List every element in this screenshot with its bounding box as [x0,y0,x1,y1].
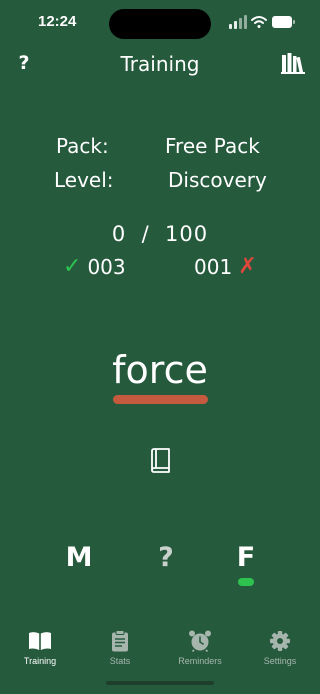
cross-icon: ✗ [238,254,257,279]
wrong-score: 001 ✗ [194,254,257,279]
tab-reminders-label: Reminders [178,656,222,666]
answer-m-button[interactable]: M [59,542,99,573]
level-label: Level: [54,168,114,192]
correct-score: ✓ 003 [63,254,126,279]
answer-unknown-button[interactable]: ? [146,542,186,573]
correct-count: 003 [87,254,126,279]
status-time: 12:24 [38,13,77,30]
tab-training-label: Training [23,656,57,666]
wrong-count: 001 [194,254,233,279]
alarm-clock-icon [189,630,211,652]
tab-stats[interactable]: Stats [80,630,160,666]
pack-value: Free Pack [165,134,260,158]
home-indicator [106,681,214,685]
page-title: Training [120,52,200,76]
tab-settings-label: Settings [263,656,297,666]
wifi-icon [251,16,267,28]
book-icon[interactable] [148,448,172,474]
status-icons [229,15,295,29]
word-underline [113,395,208,404]
tab-settings[interactable]: Settings [240,630,320,666]
check-icon: ✓ [63,254,82,279]
dynamic-island [109,9,211,39]
book-open-icon [29,632,51,650]
progress-counter: 0 / 100 [111,222,209,246]
training-word: force [112,348,208,392]
signal-icon [229,15,247,29]
pack-label: Pack: [56,134,109,158]
books-icon[interactable] [281,52,305,74]
tab-reminders[interactable]: Reminders [160,630,240,666]
level-value: Discovery [168,168,267,192]
gear-icon [270,631,290,651]
answer-f-indicator [238,578,254,586]
answer-f-button[interactable]: F [226,542,266,573]
tab-stats-label: Stats [109,656,131,666]
battery-icon [272,16,295,28]
clipboard-icon [112,630,128,652]
tab-training[interactable]: Training [0,630,80,666]
